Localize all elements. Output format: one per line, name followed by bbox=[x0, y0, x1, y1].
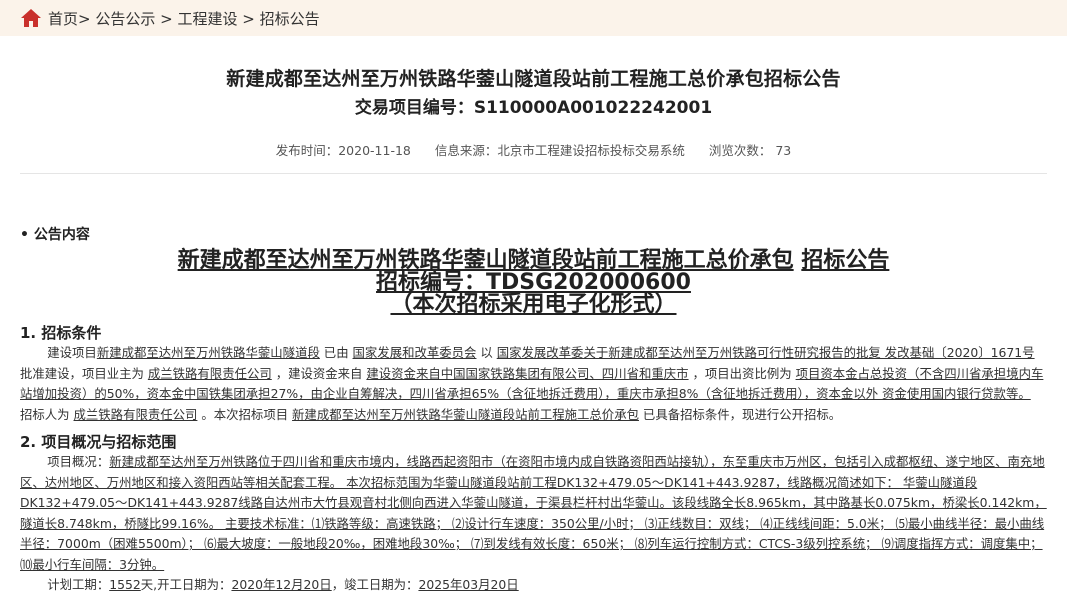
doc-title: 新建成都至达州至万州铁路华蓥山隧道段站前工程施工总价承包 招标公告 招标编号：T… bbox=[20, 250, 1047, 316]
info-source: 信息来源：北京市工程建设招标投标交易系统 bbox=[434, 143, 685, 158]
overview-text: 新建成都至达州至万州铁路位于四川省和重庆市境内，线路西起资阳市（在资阳市境内成自… bbox=[20, 454, 1047, 572]
text: ，竣工日期为： bbox=[331, 577, 419, 592]
duration-days: 1552 bbox=[109, 577, 141, 592]
text: 以 bbox=[476, 345, 497, 360]
start-date: 2020年12月20日 bbox=[231, 577, 332, 592]
paragraph-overview: 项目概况：新建成都至达州至万州铁路位于四川省和重庆市境内，线路西起资阳市（在资阳… bbox=[20, 452, 1047, 575]
breadcrumb-notice-link[interactable]: 公告公示 > bbox=[91, 8, 178, 29]
tenderer: 成兰铁路有限责任公司 bbox=[73, 406, 198, 422]
view-count: 浏览次数： 73 bbox=[708, 143, 792, 158]
doc-title-line1b: 招标公告 bbox=[801, 248, 890, 273]
breadcrumb-home-link[interactable]: 首页> bbox=[48, 8, 91, 29]
divider bbox=[20, 173, 1047, 174]
text: 招标人为 bbox=[20, 406, 74, 422]
breadcrumb-current[interactable]: 招标公告 bbox=[260, 8, 320, 29]
breadcrumb: 首页> 公告公示 > 工程建设 > 招标公告 bbox=[0, 0, 1067, 36]
breadcrumb-construction-link[interactable]: 工程建设 > bbox=[177, 8, 259, 29]
approver: 国家发展和改革委员会 bbox=[352, 345, 477, 360]
page-title: 新建成都至达州至万州铁路华蓥山隧道段站前工程施工总价承包招标公告 bbox=[226, 68, 841, 90]
home-icon[interactable] bbox=[20, 8, 42, 28]
text: 。本次招标项目 bbox=[197, 406, 293, 422]
meta-info: 发布时间：2020-11-18 信息来源：北京市工程建设招标投标交易系统 浏览次… bbox=[20, 140, 1047, 159]
approval-doc: 国家发展改革委关于新建成都至达州至万州铁路可行性研究报告的批复 发改基础〔202… bbox=[496, 345, 1035, 360]
heading-conditions: 1. 招标条件 bbox=[20, 324, 102, 342]
text: 天,开工日期为： bbox=[140, 577, 232, 592]
text: ，项目出资比例为 bbox=[688, 365, 796, 381]
publish-time: 发布时间：2020-11-18 bbox=[275, 143, 411, 158]
paragraph-conditions: 建设项目新建成都至达州至万州铁路华蓥山隧道段 已由 国家发展和改革委员会 以 国… bbox=[20, 343, 1047, 425]
text: 项目概况： bbox=[47, 454, 110, 469]
tender-project: 新建成都至达州至万州铁路华蓥山隧道段站前工程施工总价承包 bbox=[292, 406, 639, 422]
doc-title-line2: 招标编号：TDSG202000600 bbox=[376, 270, 691, 295]
owner: 成兰铁路有限责任公司 bbox=[147, 365, 272, 381]
funding-source: 建设资金来自中国国家铁路集团有限公司、四川省和重庆市 bbox=[366, 365, 689, 381]
project-name: 新建成都至达州至万州铁路华蓥山隧道段 bbox=[96, 345, 320, 360]
text: 批准建设，项目业主为 bbox=[20, 365, 148, 381]
section-label: • 公告内容 bbox=[20, 227, 90, 243]
heading-overview: 2. 项目概况与招标范围 bbox=[20, 433, 177, 451]
text: ，建设资金来自 bbox=[271, 365, 367, 381]
end-date: 2025年03月20日 bbox=[418, 577, 519, 592]
text: 计划工期： bbox=[47, 577, 110, 592]
paragraph-schedule: 计划工期：1552天,开工日期为：2020年12月20日，竣工日期为：2025年… bbox=[20, 575, 1047, 596]
project-code: 交易项目编号：S110000A001022242001 bbox=[354, 98, 713, 118]
doc-title-line3: （本次招标采用电子化形式） bbox=[390, 292, 677, 317]
text: 已具备招标条件，现进行公开招标。 bbox=[638, 406, 842, 422]
text: 已由 bbox=[319, 345, 353, 360]
text: 建设项目 bbox=[47, 345, 97, 360]
notice-content: 新建成都至达州至万州铁路华蓥山隧道段站前工程施工总价承包招标公告 交易项目编号：… bbox=[0, 64, 1067, 596]
